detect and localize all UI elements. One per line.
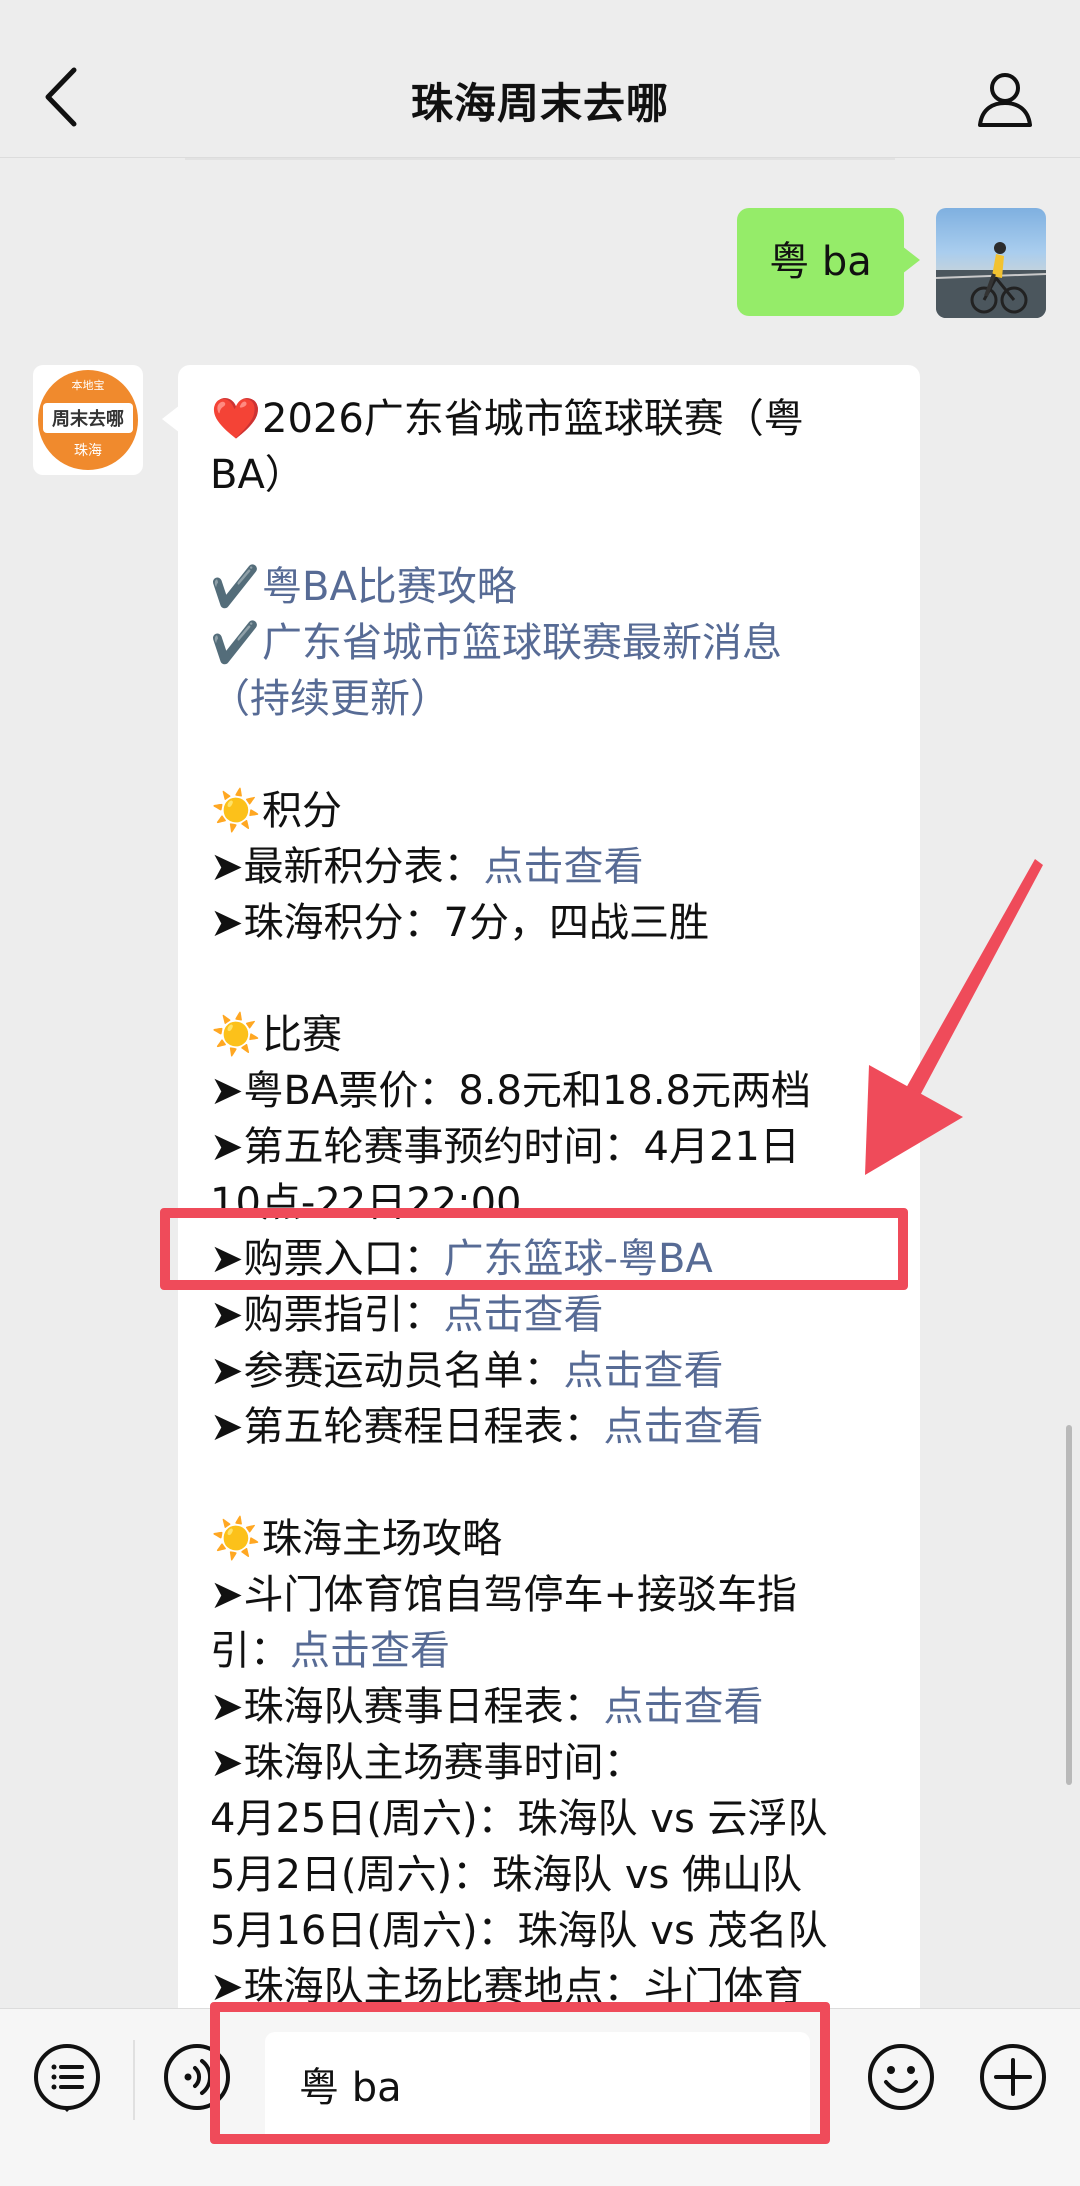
message-text-segment: ➤珠海队主场赛事时间： (210, 1740, 644, 1786)
message-line: ➤参赛运动员名单：点击查看 (210, 1343, 900, 1399)
message-line: ➤购票指引：点击查看 (210, 1287, 900, 1343)
divider (185, 158, 895, 160)
scrollbar[interactable] (1066, 1425, 1072, 1785)
message-line: ☀️珠海主场攻略 (210, 1511, 900, 1567)
message-line: ➤珠海队主场赛事时间： (210, 1735, 900, 1791)
message-text-segment: 2026广东省城市篮球联赛（粤 (262, 396, 804, 442)
user-avatar[interactable] (936, 208, 1046, 318)
outgoing-message[interactable]: 粤 ba (737, 208, 920, 316)
svg-text:周末去哪: 周末去哪 (52, 408, 124, 430)
message-line: 5月2日(周六)：珠海队 vs 佛山队 (210, 1847, 900, 1903)
message-text-segment: ➤参赛运动员名单： (210, 1348, 564, 1394)
emoji-icon[interactable] (866, 2042, 936, 2112)
message-text-segment: 珠海主场攻略 (262, 1516, 502, 1562)
message-line (210, 503, 900, 559)
message-link[interactable]: 点击查看 (290, 1628, 450, 1674)
message-line: ➤珠海队赛事日程表：点击查看 (210, 1679, 900, 1735)
emoji-icon: ☀️ (211, 1012, 261, 1058)
message-text-segment: 5月16日(周六)：珠海队 vs 茂名队 (210, 1908, 828, 1954)
chat-header: 珠海周末去哪 (0, 0, 1080, 158)
message-line: ➤斗门体育馆自驾停车+接驳车指 (210, 1567, 900, 1623)
message-link[interactable]: 粤BA比赛攻略 (262, 564, 517, 610)
message-line: ➤第五轮赛事预约时间：4月21日 (210, 1119, 900, 1175)
message-link[interactable]: 点击查看 (564, 1348, 724, 1394)
message-text-segment: ➤粤BA票价：8.8元和18.8元两档 (210, 1068, 811, 1114)
emoji-icon: ☀️ (211, 1516, 261, 1562)
message-text-segment: ➤珠海队赛事日程表： (210, 1684, 604, 1730)
message-link[interactable]: 广东省城市篮球联赛最新消息 (262, 620, 782, 666)
message-link[interactable]: 点击查看 (444, 1292, 604, 1338)
message-text-segment: 积分 (262, 788, 342, 834)
divider (133, 2040, 135, 2120)
message-text-segment: ➤斗门体育馆自驾停车+接驳车指 (210, 1572, 798, 1618)
message-text-segment: ➤第五轮赛程日程表： (210, 1404, 604, 1450)
emoji-icon: ☀️ (211, 788, 261, 834)
message-text-segment: ➤最新积分表： (210, 844, 484, 890)
message-line: 5月16日(周六)：珠海队 vs 茂名队 (210, 1903, 900, 1959)
message-text-segment: ➤珠海积分：7分，四战三胜 (210, 900, 709, 946)
message-link[interactable]: （持续更新） (210, 676, 450, 722)
message-line: ➤最新积分表：点击查看 (210, 839, 900, 895)
message-text-segment: ➤购票指引： (210, 1292, 444, 1338)
annotation-arrow-icon (865, 859, 1043, 1175)
message-text-segment: 5月2日(周六)：珠海队 vs 佛山队 (210, 1852, 803, 1898)
message-link[interactable]: 点击查看 (484, 844, 644, 890)
message-line: BA） (210, 447, 900, 503)
emoji-icon: ✔️ (210, 620, 273, 666)
menu-list-icon[interactable] (32, 2042, 102, 2112)
svg-text:本地宝: 本地宝 (72, 378, 105, 392)
message-line: ✔️ 粤BA比赛攻略 (210, 559, 900, 615)
message-line (210, 1455, 900, 1511)
emoji-icon: ❤️ (211, 396, 261, 442)
message-link[interactable]: 点击查看 (604, 1684, 764, 1730)
message-line (210, 951, 900, 1007)
message-line: ☀️积分 (210, 783, 900, 839)
logo-icon: 本地宝 周末去哪 珠海 (38, 370, 138, 470)
message-line: 4月25日(周六)：珠海队 vs 云浮队 (210, 1791, 900, 1847)
message-line: ☀️比赛 (210, 1007, 900, 1063)
profile-icon[interactable] (976, 70, 1034, 128)
message-line (210, 727, 900, 783)
message-line: （持续更新） (210, 671, 900, 727)
message-text-segment: 比赛 (262, 1012, 342, 1058)
plus-icon[interactable] (978, 2042, 1048, 2112)
svg-text:珠海: 珠海 (74, 443, 102, 459)
message-line: ❤️2026广东省城市篮球联赛（粤 (210, 391, 900, 447)
message-text-segment: 引： (210, 1628, 290, 1674)
message-line: ➤珠海积分：7分，四战三胜 (210, 895, 900, 951)
message-text: ❤️2026广东省城市篮球联赛（粤 BA） ✔️ 粤BA比赛攻略 ✔️ 广东省城市篮球… (210, 391, 900, 2015)
message-text-segment: BA） (210, 452, 305, 498)
message-line: ➤第五轮赛程日程表：点击查看 (210, 1399, 900, 1455)
message-line: 引：点击查看 (210, 1623, 900, 1679)
message-line: ✔️ 广东省城市篮球联赛最新消息 (210, 615, 900, 671)
message-text-segment: 4月25日(周六)：珠海队 vs 云浮队 (210, 1796, 828, 1842)
message-link[interactable]: 点击查看 (604, 1404, 764, 1450)
highlight-box-input (210, 2002, 830, 2144)
highlight-box-ticket-entry (160, 1208, 908, 1290)
emoji-icon: ✔️ (210, 564, 273, 610)
message-text-segment: ➤第五轮赛事预约时间：4月21日 (210, 1124, 800, 1170)
message-line: ➤粤BA票价：8.8元和18.8元两档 (210, 1063, 900, 1119)
official-account-avatar[interactable]: 本地宝 周末去哪 珠海 (33, 365, 143, 475)
chat-title: 珠海周末去哪 (410, 79, 669, 128)
cyclist-image (936, 242, 1046, 318)
